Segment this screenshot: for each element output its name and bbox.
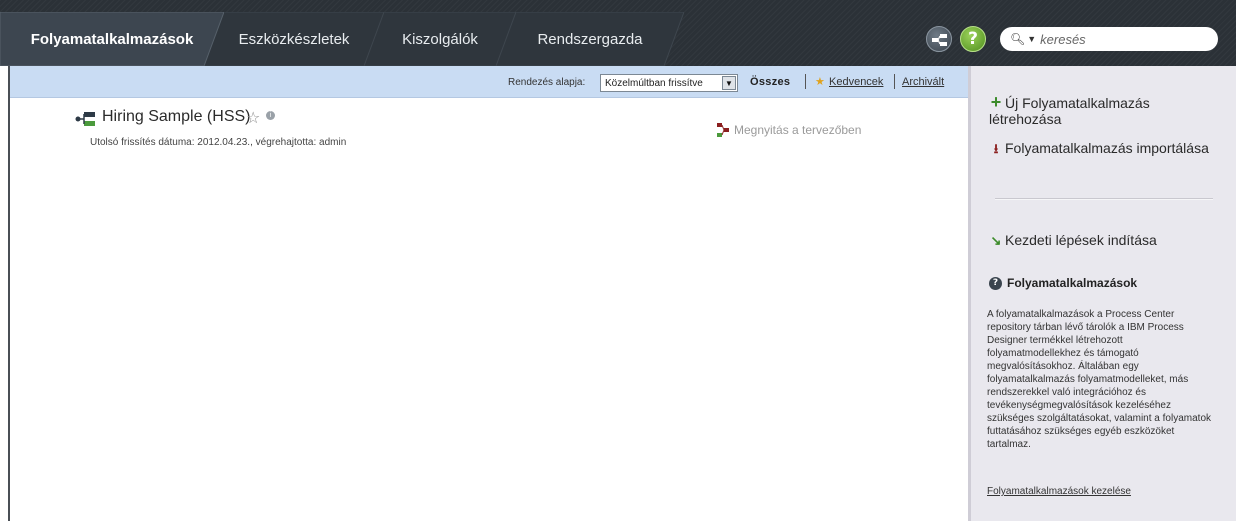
top-nav-bar: Rendszergazda Kiszolgálók Eszközkészlete… bbox=[0, 0, 1236, 66]
manage-process-apps-link[interactable]: Folyamatalkalmazások kezelése bbox=[987, 486, 1131, 497]
question-icon: ? bbox=[989, 276, 1002, 290]
help-section-title: Folyamatalkalmazások bbox=[1007, 276, 1138, 290]
sidebar-divider bbox=[995, 198, 1213, 199]
tab-label: Rendszergazda bbox=[537, 30, 643, 48]
sort-filter-bar: Rendezés alapja: Közelmúltban frissítve … bbox=[10, 66, 968, 98]
import-process-app-label: Folyamatalkalmazás importálása bbox=[1005, 140, 1209, 156]
sort-label: Rendezés alapja: bbox=[508, 77, 586, 88]
process-app-meta: Utolsó frissítés dátuma: 2012.04.23., vé… bbox=[90, 137, 347, 148]
help-glyph: ? bbox=[968, 29, 978, 49]
dropdown-arrow-icon[interactable]: ▼ bbox=[722, 76, 736, 90]
favorite-star-icon: ★ bbox=[815, 76, 825, 88]
new-process-app-label: Új Folyamatalkalmazás létrehozása bbox=[989, 95, 1150, 127]
tab-label: Eszközkészletek bbox=[238, 30, 350, 48]
tab-label: Folyamatalkalmazások bbox=[30, 30, 194, 48]
right-sidebar: + Új Folyamatalkalmazás létrehozása ⭳ Foly… bbox=[968, 66, 1236, 521]
help-icon[interactable]: ? bbox=[960, 26, 986, 52]
chevron-down-icon[interactable]: ▼ bbox=[1027, 34, 1036, 44]
tab-folyamatalkalmazasok[interactable]: Folyamatalkalmazások bbox=[0, 12, 224, 66]
plus-icon: + bbox=[990, 92, 1002, 112]
left-frame-border bbox=[8, 66, 10, 521]
filter-favorites-link[interactable]: Kedvencek bbox=[829, 76, 883, 88]
filter-divider bbox=[894, 74, 895, 89]
process-app-icon bbox=[75, 112, 95, 126]
info-icon[interactable]: i bbox=[266, 111, 275, 120]
process-designer-launch-icon[interactable] bbox=[926, 26, 952, 52]
process-app-title[interactable]: Hiring Sample (HSS) bbox=[102, 108, 250, 126]
launch-glyph-icon bbox=[932, 34, 947, 46]
search-input[interactable] bbox=[1040, 31, 1201, 47]
getting-started-label: Kezdeti lépések indítása bbox=[1005, 232, 1157, 248]
getting-started-link[interactable]: ↘ Kezdeti lépések indítása bbox=[989, 232, 1157, 249]
filter-divider bbox=[805, 74, 806, 89]
getting-started-arrow-icon: ↘ bbox=[990, 233, 1002, 248]
help-description: A folyamatalkalmazások a Process Center … bbox=[987, 309, 1211, 450]
open-in-designer-label: Megnyitás a tervezőben bbox=[734, 123, 862, 137]
search-box: 🔍︎ ▼ bbox=[1000, 27, 1218, 51]
new-process-app-link[interactable]: + Új Folyamatalkalmazás létrehozása bbox=[989, 92, 1219, 127]
tab-label: Kiszolgálók bbox=[402, 30, 478, 48]
help-section-header: ? Folyamatalkalmazások bbox=[989, 276, 1137, 290]
tab-kiszolgalok[interactable]: Kiszolgálók bbox=[364, 12, 516, 66]
tab-rendszergazda[interactable]: Rendszergazda bbox=[496, 12, 684, 66]
filter-archived-link[interactable]: Archivált bbox=[902, 76, 944, 88]
favorite-toggle-star-icon[interactable]: ☆ bbox=[246, 108, 260, 127]
import-icon: ⭳ bbox=[993, 141, 999, 156]
filter-all[interactable]: Összes bbox=[750, 76, 790, 88]
import-process-app-link[interactable]: ⭳ Folyamatalkalmazás importálása bbox=[989, 140, 1219, 157]
sort-select[interactable]: Közelmúltban frissítve ▼ bbox=[600, 74, 738, 92]
designer-icon bbox=[717, 123, 729, 137]
tab-eszkozkeszletek[interactable]: Eszközkészletek bbox=[204, 12, 384, 66]
sort-selected-value: Közelmúltban frissítve bbox=[605, 77, 703, 89]
search-icon[interactable]: 🔍︎ bbox=[1010, 32, 1025, 46]
open-in-designer-link[interactable]: Megnyitás a tervezőben bbox=[716, 122, 861, 138]
